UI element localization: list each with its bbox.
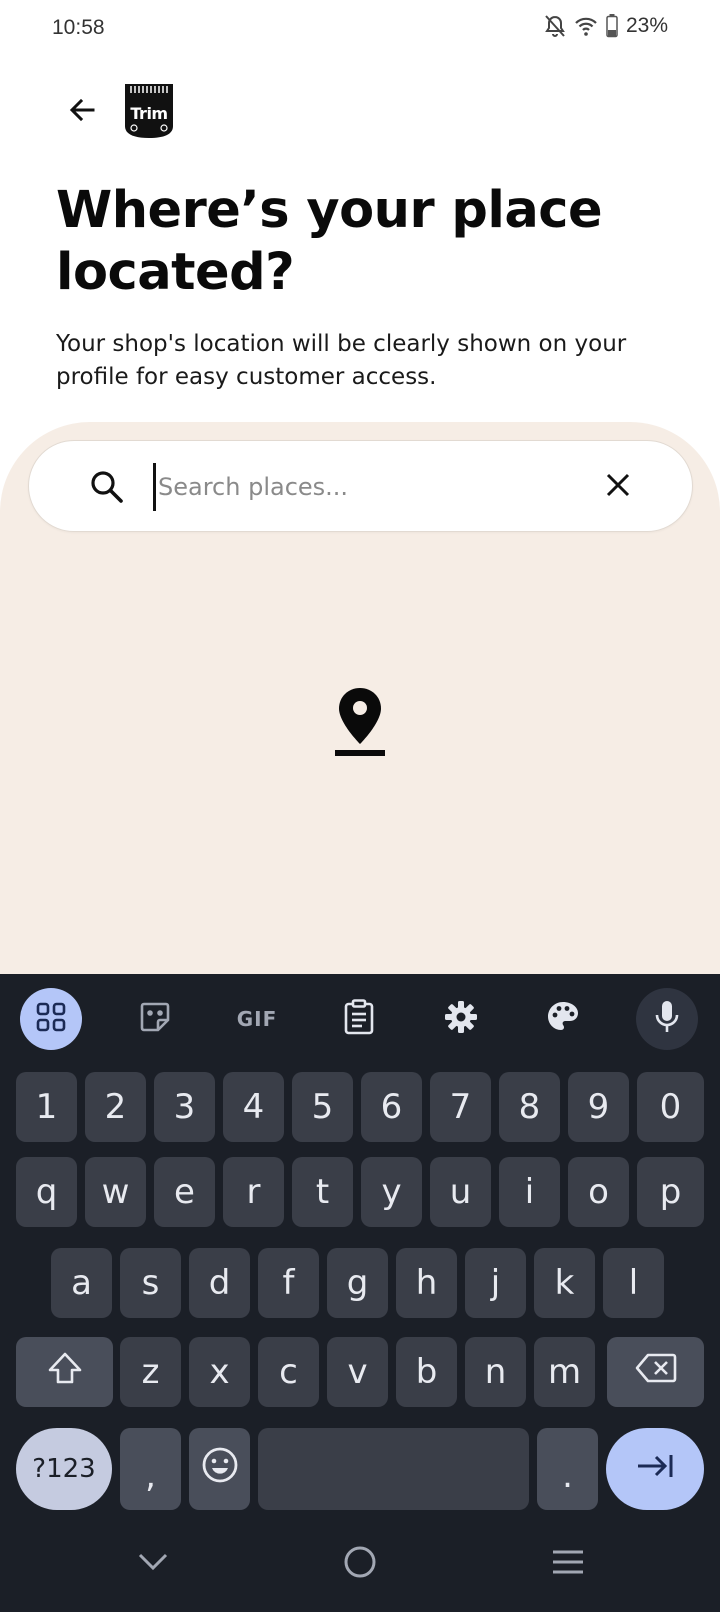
recents-button[interactable] bbox=[540, 1536, 596, 1592]
sticker-icon bbox=[138, 1000, 172, 1038]
search-input[interactable] bbox=[153, 463, 583, 511]
key-m[interactable]: m bbox=[534, 1337, 595, 1407]
gif-icon: GIF bbox=[236, 1007, 278, 1031]
key-f[interactable]: f bbox=[258, 1248, 319, 1318]
battery-icon bbox=[606, 14, 618, 38]
battery-percentage: 23% bbox=[625, 14, 668, 37]
close-icon bbox=[605, 472, 631, 502]
key-4[interactable]: 4 bbox=[223, 1072, 284, 1142]
trim-logo: Trim bbox=[123, 84, 175, 140]
key-9[interactable]: 9 bbox=[568, 1072, 629, 1142]
key-s[interactable]: s bbox=[120, 1248, 181, 1318]
backspace-key[interactable] bbox=[607, 1337, 704, 1407]
key-h[interactable]: h bbox=[396, 1248, 457, 1318]
key-2[interactable]: 2 bbox=[85, 1072, 146, 1142]
wifi-icon bbox=[574, 15, 598, 37]
hide-keyboard-button[interactable] bbox=[125, 1536, 181, 1592]
key-p[interactable]: p bbox=[637, 1157, 704, 1227]
backspace-icon bbox=[635, 1352, 677, 1392]
key-u[interactable]: u bbox=[430, 1157, 491, 1227]
key-j[interactable]: j bbox=[465, 1248, 526, 1318]
search-bar[interactable] bbox=[28, 440, 693, 532]
key-t[interactable]: t bbox=[292, 1157, 353, 1227]
settings-button[interactable] bbox=[430, 988, 492, 1050]
key-y[interactable]: y bbox=[361, 1157, 422, 1227]
key-c[interactable]: c bbox=[258, 1337, 319, 1407]
theme-button[interactable] bbox=[532, 988, 594, 1050]
key-k[interactable]: k bbox=[534, 1248, 595, 1318]
comma-key[interactable]: , bbox=[120, 1428, 181, 1510]
key-l[interactable]: l bbox=[603, 1248, 664, 1318]
key-d[interactable]: d bbox=[189, 1248, 250, 1318]
key-w[interactable]: w bbox=[85, 1157, 146, 1227]
key-a[interactable]: a bbox=[51, 1248, 112, 1318]
key-v[interactable]: v bbox=[327, 1337, 388, 1407]
key-3[interactable]: 3 bbox=[154, 1072, 215, 1142]
clipboard-icon bbox=[343, 999, 375, 1039]
key-z[interactable]: z bbox=[120, 1337, 181, 1407]
key-6[interactable]: 6 bbox=[361, 1072, 422, 1142]
logo-text: Trim bbox=[130, 104, 168, 123]
next-key[interactable] bbox=[606, 1428, 704, 1510]
apps-grid-button[interactable] bbox=[20, 988, 82, 1050]
palette-icon bbox=[546, 1000, 580, 1038]
key-r[interactable]: r bbox=[223, 1157, 284, 1227]
shift-arrow-icon bbox=[47, 1351, 83, 1394]
status-icons: 23% bbox=[544, 14, 668, 38]
key-x[interactable]: x bbox=[189, 1337, 250, 1407]
page-title: Where’s your place located? bbox=[56, 181, 603, 302]
home-circle-icon bbox=[343, 1545, 377, 1583]
key-q[interactable]: q bbox=[16, 1157, 77, 1227]
home-button[interactable] bbox=[332, 1536, 388, 1592]
clear-search-button[interactable] bbox=[596, 465, 640, 509]
key-g[interactable]: g bbox=[327, 1248, 388, 1318]
clipboard-button[interactable] bbox=[328, 988, 390, 1050]
arrow-left-icon bbox=[66, 94, 98, 130]
symbols-key[interactable]: ?123 bbox=[16, 1428, 112, 1510]
status-time: 10:58 bbox=[52, 16, 105, 39]
sticker-button[interactable] bbox=[124, 988, 186, 1050]
back-button[interactable] bbox=[58, 88, 106, 136]
keyboard-toolbar: GIF bbox=[0, 974, 720, 1064]
microphone-icon bbox=[654, 1000, 680, 1038]
voice-input-button[interactable] bbox=[636, 988, 698, 1050]
key-5[interactable]: 5 bbox=[292, 1072, 353, 1142]
gif-button[interactable]: GIF bbox=[226, 988, 288, 1050]
apps-grid-icon bbox=[36, 1002, 66, 1036]
page-subtitle: Your shop's location will be clearly sho… bbox=[56, 331, 627, 390]
location-pin-icon bbox=[334, 686, 386, 758]
key-e[interactable]: e bbox=[154, 1157, 215, 1227]
key-8[interactable]: 8 bbox=[499, 1072, 560, 1142]
key-b[interactable]: b bbox=[396, 1337, 457, 1407]
key-i[interactable]: i bbox=[499, 1157, 560, 1227]
notifications-off-icon bbox=[544, 14, 566, 38]
emoji-key[interactable] bbox=[189, 1428, 250, 1510]
key-1[interactable]: 1 bbox=[16, 1072, 77, 1142]
system-navigation-bar bbox=[0, 1506, 720, 1612]
shift-key[interactable] bbox=[16, 1337, 113, 1407]
key-n[interactable]: n bbox=[465, 1337, 526, 1407]
status-bar: 10:58 23% bbox=[0, 0, 720, 62]
menu-lines-icon bbox=[551, 1549, 585, 1579]
chevron-down-icon bbox=[137, 1552, 169, 1576]
search-icon bbox=[87, 467, 127, 507]
key-7[interactable]: 7 bbox=[430, 1072, 491, 1142]
settings-gear-icon bbox=[444, 1000, 478, 1038]
space-key[interactable] bbox=[258, 1428, 529, 1510]
emoji-smile-icon bbox=[201, 1446, 239, 1493]
period-key[interactable]: . bbox=[537, 1428, 598, 1510]
tab-next-icon bbox=[635, 1449, 675, 1489]
key-0[interactable]: 0 bbox=[637, 1072, 704, 1142]
key-o[interactable]: o bbox=[568, 1157, 629, 1227]
